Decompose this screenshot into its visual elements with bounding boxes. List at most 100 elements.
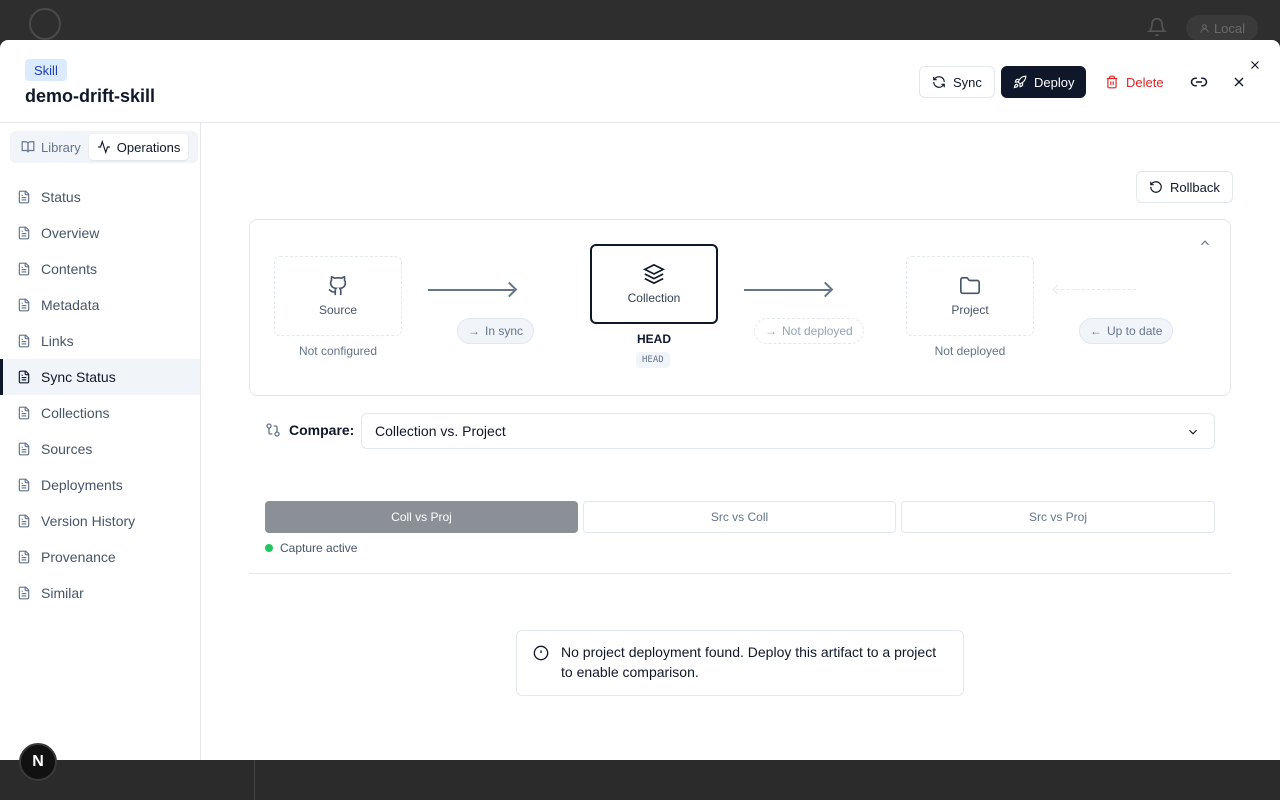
in-sync-label: In sync xyxy=(485,324,524,338)
sidebar-item-links[interactable]: Links xyxy=(0,323,200,359)
capture-status-label: Capture active xyxy=(280,541,358,555)
sidebar-item-collections[interactable]: Collections xyxy=(0,395,200,431)
deploy-button[interactable]: Deploy xyxy=(1001,66,1087,98)
collection-node[interactable]: Collection xyxy=(590,244,718,324)
arrow-left-icon: ← xyxy=(1090,324,1102,338)
main-panel: Rollback Source Not configured → In sync… xyxy=(201,123,1280,760)
tab-operations[interactable]: Operations xyxy=(88,134,189,160)
user-menu: Local xyxy=(1186,15,1258,41)
artifact-title: demo-drift-skill xyxy=(25,86,156,106)
collection-version: HEAD xyxy=(636,332,671,346)
project-node[interactable]: Project xyxy=(906,256,1034,336)
rocket-icon xyxy=(1013,75,1027,89)
sidebar-item-sources[interactable]: Sources xyxy=(0,431,200,467)
rotate-ccw-icon xyxy=(1150,181,1162,193)
tab-library[interactable]: Library xyxy=(13,134,89,160)
collection-node-label: Collection xyxy=(627,291,681,305)
no-deployment-alert: No project deployment found. Deploy this… xyxy=(516,630,964,696)
sidebar-tabs: Library Operations xyxy=(10,131,198,163)
arrow-right-icon: → xyxy=(468,324,480,338)
sidebar-item-label: Status xyxy=(41,189,81,205)
sidebar-item-overview[interactable]: Overview xyxy=(0,215,200,251)
activity-icon xyxy=(97,140,110,154)
folder-icon xyxy=(960,276,980,295)
type-badge: Skill xyxy=(25,59,67,81)
rollback-button[interactable]: Rollback xyxy=(1136,171,1233,203)
app-topbar xyxy=(0,0,1280,40)
file-text-icon xyxy=(18,262,30,276)
user-label: Local xyxy=(1213,20,1246,36)
segment-coll-vs-proj[interactable]: Coll vs Proj xyxy=(265,501,578,533)
file-text-icon xyxy=(18,478,30,492)
sidebar-item-label: Similar xyxy=(41,585,84,601)
project-node-label: Project xyxy=(951,303,989,317)
link-icon xyxy=(1190,77,1208,87)
project-status: Not deployed xyxy=(934,344,1006,358)
sidebar-item-label: Overview xyxy=(41,225,100,241)
not-deployed-pill: → Not deployed xyxy=(754,318,864,344)
segment-src-vs-proj[interactable]: Src vs Proj xyxy=(901,501,1215,533)
sidebar-item-version-history[interactable]: Version History xyxy=(0,503,200,539)
sidebar: Library Operations Status Overview Content… xyxy=(0,123,201,760)
file-text-icon xyxy=(18,586,30,600)
user-icon xyxy=(1200,23,1209,33)
file-text-icon xyxy=(18,370,30,384)
compare-select[interactable]: Collection vs. Project xyxy=(361,413,1215,449)
source-status: Not configured xyxy=(298,344,378,358)
backdrop-divider xyxy=(254,760,255,800)
file-text-icon xyxy=(18,406,30,420)
sidebar-item-provenance[interactable]: Provenance xyxy=(0,539,200,575)
compare-label: Compare: xyxy=(289,422,355,438)
source-node[interactable]: Source xyxy=(274,256,402,336)
copy-link-button[interactable] xyxy=(1187,70,1211,94)
segment-src-vs-coll[interactable]: Src vs Coll xyxy=(583,501,896,533)
sync-button[interactable]: Sync xyxy=(919,66,995,98)
not-deployed-label: Not deployed xyxy=(782,324,853,338)
collapse-button[interactable] xyxy=(1198,236,1212,255)
layers-icon xyxy=(643,263,665,285)
dialog-close-button[interactable] xyxy=(1243,53,1267,77)
sidebar-item-label: Provenance xyxy=(41,549,116,565)
file-text-icon xyxy=(18,442,30,456)
devtools-button[interactable]: N xyxy=(19,743,57,781)
deploy-label: Deploy xyxy=(1034,74,1075,90)
book-open-icon xyxy=(21,141,35,153)
sync-flow-diagram: Source Not configured → In sync Collecti… xyxy=(249,219,1231,396)
refresh-icon xyxy=(933,76,945,88)
sidebar-item-label: Collections xyxy=(41,405,110,421)
arrow-right-icon: → xyxy=(765,324,777,338)
file-text-icon xyxy=(18,226,30,240)
delete-button[interactable]: Delete xyxy=(1097,66,1172,98)
sync-label: Sync xyxy=(953,74,982,90)
section-divider xyxy=(249,573,1231,574)
sidebar-item-status[interactable]: Status xyxy=(0,179,200,215)
bell-icon xyxy=(1146,17,1168,37)
compare-selected-value: Collection vs. Project xyxy=(375,423,506,439)
sidebar-item-sync-status[interactable]: Sync Status xyxy=(0,359,200,395)
trash-icon xyxy=(1106,75,1118,89)
file-text-icon xyxy=(18,514,30,528)
sidebar-item-deployments[interactable]: Deployments xyxy=(0,467,200,503)
tab-library-label: Library xyxy=(41,139,81,155)
sidebar-item-metadata[interactable]: Metadata xyxy=(0,287,200,323)
file-text-icon xyxy=(18,550,30,564)
sidebar-item-label: Version History xyxy=(41,513,136,529)
sidebar-item-contents[interactable]: Contents xyxy=(0,251,200,287)
app-logo xyxy=(29,8,61,40)
in-sync-pill: → In sync xyxy=(457,318,535,344)
capture-status: Capture active xyxy=(265,541,357,555)
sidebar-item-label: Contents xyxy=(41,261,98,277)
arrow-project-back xyxy=(1056,289,1136,290)
chevron-up-icon xyxy=(1201,240,1209,246)
close-icon xyxy=(1251,61,1259,69)
rollback-label: Rollback xyxy=(1170,179,1220,195)
artifact-modal: Skill demo-drift-skill Sync Deploy Delet… xyxy=(0,40,1280,760)
info-icon xyxy=(533,645,549,661)
version-tag: HEAD xyxy=(636,352,670,368)
file-text-icon xyxy=(18,334,30,348)
sidebar-item-similar[interactable]: Similar xyxy=(0,575,200,611)
delete-label: Delete xyxy=(1126,74,1164,90)
file-text-icon xyxy=(18,190,30,204)
sidebar-item-label: Deployments xyxy=(41,477,123,493)
sidebar-item-label: Sync Status xyxy=(41,369,116,385)
